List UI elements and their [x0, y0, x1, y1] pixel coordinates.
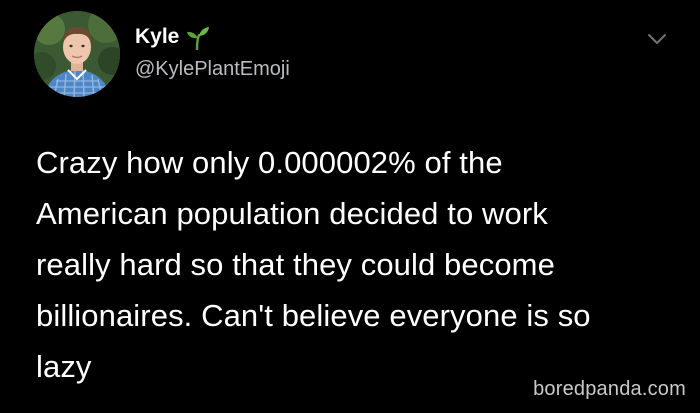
tweet-text-line: really hard so that they could become [36, 247, 555, 282]
display-name[interactable]: Kyle [135, 24, 179, 50]
avatar-photo [34, 11, 120, 97]
tweet-text-line: billionaires. Can't believe everyone is … [36, 298, 591, 333]
tweet-text-line: Crazy how only 0.000002% of the [36, 145, 503, 180]
name-row: Kyle [135, 24, 210, 51]
avatar[interactable] [34, 11, 120, 97]
sprout-icon [186, 24, 210, 51]
user-handle[interactable]: @KylePlantEmoji [135, 56, 290, 82]
chevron-down-icon[interactable] [645, 30, 669, 48]
tweet-text-line: American population decided to work [36, 196, 548, 231]
tweet-card: Kyle @KylePlantEmoji Crazy how only 0.00… [0, 0, 700, 413]
watermark: boredpanda.com [533, 378, 686, 400]
tweet-text: Crazy how only 0.000002% of the American… [36, 137, 676, 392]
